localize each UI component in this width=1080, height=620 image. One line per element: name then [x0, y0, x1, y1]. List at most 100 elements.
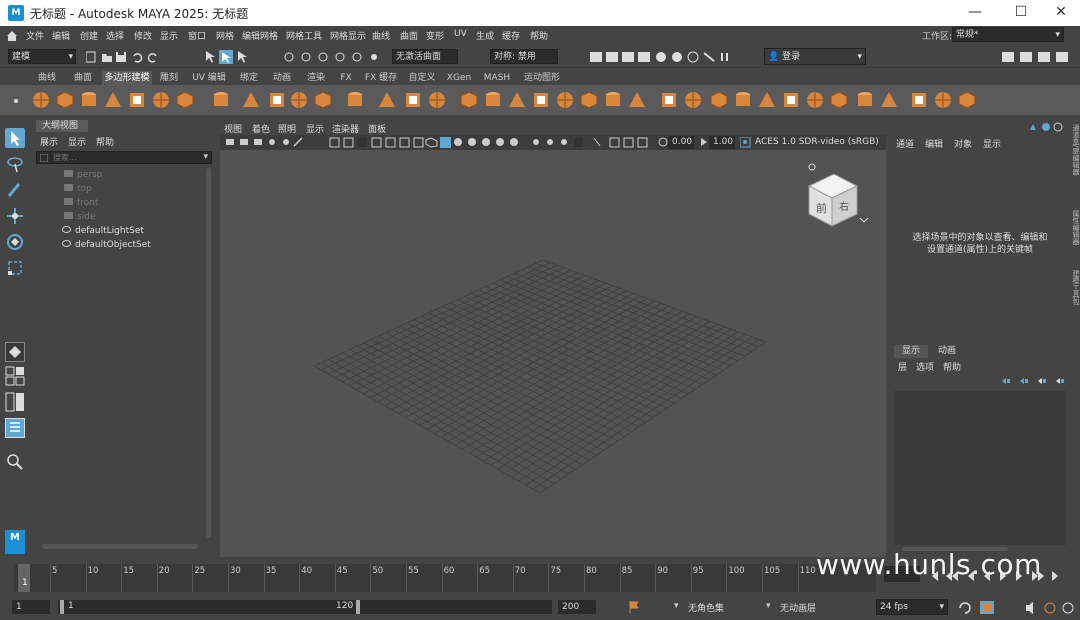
- menu-item[interactable]: 网格: [216, 29, 234, 42]
- file-tools-icons[interactable]: [86, 51, 182, 63]
- channel-box-menu-item[interactable]: 通道: [896, 140, 914, 150]
- shelf-tool-icon[interactable]: [856, 91, 874, 109]
- shelf-tool-icon[interactable]: [710, 91, 728, 109]
- select-tool-icon[interactable]: [5, 128, 25, 148]
- channel-box-icons[interactable]: [1028, 122, 1068, 132]
- side-tab[interactable]: 建模工具包: [1070, 270, 1080, 318]
- shelf-tab[interactable]: 运动图形: [518, 71, 566, 85]
- home-icon[interactable]: [6, 30, 18, 42]
- shelf-tool-icon[interactable]: [428, 91, 446, 109]
- exposure-field[interactable]: 0.00: [668, 136, 694, 149]
- shelf-tab[interactable]: 曲面: [66, 71, 100, 85]
- time-slider-track[interactable]: 1 5 10 15 20 25 30 35 40 45 50 55 60 65 70 75 80 85 90 95 1…: [14, 564, 876, 592]
- shelf-tab[interactable]: MASH: [478, 71, 516, 85]
- menu-item[interactable]: 缓存: [502, 29, 520, 42]
- menu-item[interactable]: 文件: [26, 29, 44, 42]
- shelf-tab[interactable]: 动画: [266, 71, 298, 85]
- minimize-button[interactable]: —: [964, 2, 986, 22]
- chevron-down-icon[interactable]: [859, 217, 869, 223]
- gamma-field[interactable]: 1.00: [709, 136, 735, 149]
- side-tab[interactable]: 通道盒/层编辑器: [1070, 124, 1080, 190]
- outliner-tab[interactable]: 大纲视图: [36, 120, 88, 132]
- anim-layer-select[interactable]: 无动画层: [780, 601, 816, 614]
- lasso-tool-icon[interactable]: [5, 154, 25, 174]
- workspace-select[interactable]: 常规* ▾: [952, 27, 1064, 42]
- render-tools-icons[interactable]: [590, 50, 740, 64]
- view-cube[interactable]: 前 右: [807, 163, 869, 227]
- shelf-tab[interactable]: UV 编辑: [186, 71, 232, 85]
- shelf-tool-icon[interactable]: [484, 91, 502, 109]
- layer-buttons[interactable]: [1000, 376, 1066, 386]
- character-set-select[interactable]: 无角色集: [688, 601, 724, 614]
- outliner-menu-item[interactable]: 帮助: [96, 138, 114, 148]
- layer-menu-item[interactable]: 层: [898, 363, 907, 373]
- shelf-tab[interactable]: 绑定: [234, 71, 264, 85]
- shelf-tool-icon[interactable]: [56, 91, 74, 109]
- color-space-label[interactable]: ACES 1.0 SDR-video (sRGB): [755, 137, 879, 147]
- range-tools-icons[interactable]: [958, 601, 1078, 615]
- menu-item[interactable]: 变形: [426, 29, 444, 42]
- channel-box-menu-item[interactable]: 对象: [954, 140, 972, 150]
- close-button[interactable]: ✕: [1050, 2, 1072, 22]
- viewport-menu-item[interactable]: 照明: [278, 122, 296, 135]
- viewport-menu-item[interactable]: 面板: [368, 122, 386, 135]
- shelf-tool-icon[interactable]: [32, 91, 50, 109]
- maya-home-icon[interactable]: M: [5, 530, 25, 554]
- end-frame-field[interactable]: 200: [558, 600, 596, 614]
- shelf-tool-icon[interactable]: [580, 91, 598, 109]
- menu-item[interactable]: 曲线: [372, 29, 390, 42]
- menu-item[interactable]: 曲面: [400, 29, 418, 42]
- shelf-tool-icon[interactable]: [806, 91, 824, 109]
- layer-list[interactable]: [894, 391, 1066, 545]
- side-tab[interactable]: 属性编辑器: [1070, 210, 1080, 260]
- shelf-tool-icon[interactable]: [910, 91, 928, 109]
- range-start-handle[interactable]: [60, 600, 64, 614]
- list-item[interactable]: defaultObjectSet: [40, 238, 206, 252]
- viewport-menu-item[interactable]: 显示: [306, 122, 324, 135]
- shelf-tool-icon[interactable]: [660, 91, 678, 109]
- shelf-tool-icon[interactable]: [782, 91, 800, 109]
- menu-item[interactable]: UV: [454, 29, 467, 39]
- auto-key-icon[interactable]: [628, 600, 640, 614]
- list-item[interactable]: persp: [40, 168, 206, 182]
- viewport-menu-item[interactable]: 视图: [224, 122, 242, 135]
- four-pane-layout-icon[interactable]: [5, 366, 25, 386]
- fps-select[interactable]: 24 fps ▾: [876, 599, 948, 615]
- outliner-search-field[interactable]: ▾: [36, 151, 212, 164]
- range-slider[interactable]: 1 120: [58, 600, 552, 614]
- menu-item[interactable]: 窗口: [188, 29, 206, 42]
- color-management-icon[interactable]: [740, 137, 751, 148]
- shelf-tab[interactable]: 曲线: [30, 71, 64, 85]
- shelf-tool-icon[interactable]: [604, 91, 622, 109]
- panel-toggle-icons[interactable]: [1002, 50, 1078, 64]
- single-pane-layout-icon[interactable]: [5, 342, 25, 362]
- layer-menu-item[interactable]: 选项: [916, 363, 934, 373]
- shelf-tool-icon[interactable]: [758, 91, 776, 109]
- list-item[interactable]: defaultLightSet: [40, 224, 206, 238]
- login-button[interactable]: 👤 登录 ▾: [764, 48, 866, 65]
- menu-set-select[interactable]: 建模 ▾: [8, 49, 76, 64]
- shelf-tab[interactable]: 渲染: [300, 71, 332, 85]
- shelf-tab[interactable]: XGen: [442, 71, 476, 85]
- shelf-options-icon[interactable]: [12, 95, 20, 107]
- shelf-tool-icon[interactable]: [934, 91, 952, 109]
- menu-item[interactable]: 显示: [160, 29, 178, 42]
- channel-box-menu-item[interactable]: 编辑: [925, 140, 943, 150]
- shelf-tool-icon[interactable]: [128, 91, 146, 109]
- viewport-menu-item[interactable]: 渲染器: [332, 122, 359, 135]
- menu-item[interactable]: 帮助: [530, 29, 548, 42]
- shelf-tool-icon[interactable]: [880, 91, 898, 109]
- outliner-layout-icon[interactable]: [5, 418, 25, 438]
- shelf-tool-icon[interactable]: [508, 91, 526, 109]
- selection-mode-icons[interactable]: [204, 50, 252, 64]
- paint-select-tool-icon[interactable]: [5, 180, 25, 200]
- scale-tool-icon[interactable]: [5, 258, 25, 278]
- shelf-tab[interactable]: 自定义: [404, 71, 440, 85]
- shelf-tool-icon[interactable]: [176, 91, 194, 109]
- search-icon[interactable]: [5, 452, 25, 472]
- menu-item[interactable]: 创建: [80, 29, 98, 42]
- shelf-tab[interactable]: FX 缓存: [360, 71, 402, 85]
- layer-menu-item[interactable]: 帮助: [943, 363, 961, 373]
- list-item[interactable]: front: [40, 196, 206, 210]
- menu-item[interactable]: 生成: [476, 29, 494, 42]
